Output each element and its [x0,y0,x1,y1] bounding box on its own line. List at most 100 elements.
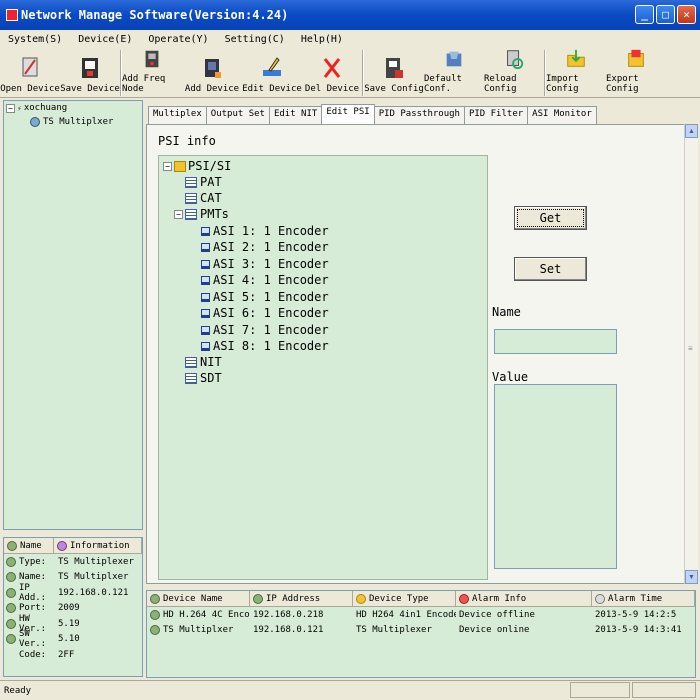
software-icon [6,634,16,645]
edit-device-button[interactable]: Edit Device [242,48,302,98]
alarm-icon [459,593,469,604]
info-icon [57,540,67,551]
name-field[interactable] [494,329,617,354]
clock-icon [595,593,605,604]
maximize-button[interactable]: □ [656,5,675,24]
name-icon [7,540,17,551]
export-config-icon [628,49,644,67]
value-field[interactable] [494,384,617,569]
default-config-button[interactable]: Default Conf. [424,48,484,98]
scroll-up-icon[interactable]: ▲ [685,124,698,138]
set-button[interactable]: Set [514,257,587,281]
table-icon [185,356,197,368]
pmt-item[interactable]: ASI 6: 1 Encoder [201,306,329,320]
tab-multiplex[interactable]: Multiplex [148,106,207,124]
vertical-scrollbar[interactable]: ▲ ▼ ≡ [684,124,698,584]
pmt-item[interactable]: ASI 7: 1 Encoder [201,323,329,337]
ip-icon [253,593,263,604]
table-row[interactable]: HD H.264 4C Encoder 192.168.0.218 HD H26… [147,607,695,622]
scroll-down-icon[interactable]: ▼ [685,570,698,584]
collapse-icon[interactable]: − [163,161,172,171]
pmt-item[interactable]: ASI 3: 1 Encoder [201,257,329,271]
open-device-button[interactable]: Open Device [0,48,60,98]
add-freq-node-icon [145,50,159,68]
close-button[interactable]: ✕ [677,5,696,24]
tree-root[interactable]: − ⚡ xochuang [6,103,67,113]
info-header-information[interactable]: Information [54,538,142,553]
add-freq-node-button[interactable]: Add Freq Node [122,48,182,98]
tab-asi-monitor[interactable]: ASI Monitor [527,106,597,124]
name-label: Name [492,305,521,319]
menu-device[interactable]: Device(E) [70,34,140,45]
tab-pid-filter[interactable]: PID Filter [463,106,529,124]
table-icon [185,176,197,188]
pmt-item[interactable]: ASI 2: 1 Encoder [201,240,329,254]
pmt-item[interactable]: ASI 5: 1 Encoder [201,290,329,304]
pat-node[interactable]: PAT [185,175,222,189]
folder-icon [174,160,186,172]
pmt-icon [201,275,210,285]
minimize-button[interactable]: _ [635,5,654,24]
export-config-button[interactable]: Export Config [606,48,666,98]
menu-operate[interactable]: Operate(Y) [140,34,216,45]
tab-strip: Multiplex Output Set Edit NIT Edit PSI P… [148,104,597,124]
tree-item-ts-multiplxer[interactable]: TS Multiplxer [30,117,113,127]
reload-config-icon [507,50,524,70]
tab-pid-passthrough[interactable]: PID Passthrough [373,106,465,124]
toolbar: Open Device Save Device Add Freq Node Ad… [0,48,700,98]
save-device-button[interactable]: Save Device [60,48,120,98]
port-icon [6,603,16,614]
import-config-button[interactable]: Import Config [546,48,606,98]
pmt-icon [201,292,210,302]
pmt-icon [201,341,210,351]
col-ip-address[interactable]: IP Address [250,591,353,606]
menu-setting[interactable]: Setting(C) [217,34,293,45]
save-config-button[interactable]: Save Config [364,48,424,98]
device-icon [150,609,160,620]
type-icon [356,593,366,604]
default-config-icon [446,51,462,67]
status-panel [632,682,696,698]
add-device-button[interactable]: Add Device [182,48,242,98]
device-icon [30,117,40,127]
pmt-item[interactable]: ASI 8: 1 Encoder [201,339,329,353]
device-icon [150,624,160,635]
col-device-type[interactable]: Device Type [353,591,456,606]
device-icon [150,593,160,604]
nit-node[interactable]: NIT [185,355,222,369]
reload-config-button[interactable]: Reload Config [484,48,544,98]
delete-device-button[interactable]: Del Device [302,48,362,98]
pmts-node[interactable]: − PMTs [174,207,229,221]
title-bar: Network Manage Software(Version:4.24) _ … [0,0,700,30]
save-config-icon [386,58,403,78]
open-device-icon [22,57,38,77]
col-alarm-info[interactable]: Alarm Info [456,591,592,606]
tab-edit-nit[interactable]: Edit NIT [268,106,323,124]
psi-si-node[interactable]: − PSI/SI [163,159,231,173]
info-header-name[interactable]: Name [4,538,54,553]
pmt-icon [201,226,210,236]
tab-edit-psi[interactable]: Edit PSI [321,104,375,124]
get-button[interactable]: Get [514,206,587,230]
menu-system[interactable]: System(S) [0,34,70,45]
pmt-item[interactable]: ASI 4: 1 Encoder [201,273,329,287]
pmt-item[interactable]: ASI 1: 1 Encoder [201,224,329,238]
col-alarm-time[interactable]: Alarm Time [592,591,695,606]
table-row[interactable]: TS Multiplxer 192.168.0.121 TS Multiplex… [147,622,695,637]
sdt-node[interactable]: SDT [185,371,222,385]
menu-help[interactable]: Help(H) [293,34,351,45]
tab-output-set[interactable]: Output Set [205,106,270,124]
scroll-grip[interactable]: ≡ [688,344,693,353]
device-alarm-table: Device Name IP Address Device Type Alarm… [146,590,696,678]
col-device-name[interactable]: Device Name [147,591,250,606]
window-title: Network Manage Software(Version:4.24) [21,8,289,22]
collapse-icon[interactable]: − [174,209,183,219]
status-text: Ready [4,685,32,696]
collapse-icon[interactable]: − [6,103,15,113]
import-config-icon [567,49,585,67]
table-icon [185,372,197,384]
name-icon [6,572,16,583]
cat-node[interactable]: CAT [185,191,222,205]
device-tree-panel: − ⚡ xochuang TS Multiplxer [3,100,143,530]
network-icon: ⚡ [17,103,22,113]
